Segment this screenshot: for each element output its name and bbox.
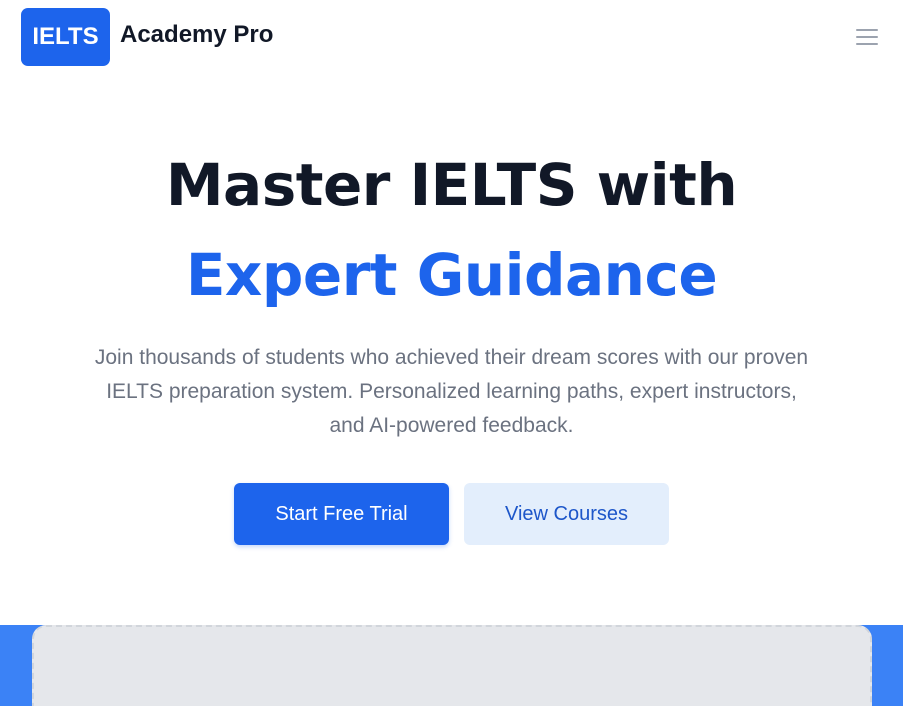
hero-subtitle: Join thousands of students who achieved … — [94, 346, 809, 437]
logo-badge[interactable]: IELTS — [21, 8, 110, 66]
hamburger-menu-icon[interactable] — [852, 25, 882, 49]
start-free-trial-button[interactable]: Start Free Trial — [234, 483, 449, 545]
landing-page: IELTS Academy Pro Master IELTS with Expe… — [0, 0, 903, 706]
logo-text: IELTS — [32, 23, 99, 50]
menu-line — [856, 36, 878, 38]
menu-line — [856, 43, 878, 45]
site-header: IELTS Academy Pro — [0, 0, 903, 74]
view-courses-button[interactable]: View Courses — [464, 483, 669, 545]
preview-image-placeholder — [32, 625, 872, 706]
hero-title: Master IELTS with — [165, 151, 738, 219]
menu-line — [856, 29, 878, 31]
hero-title-highlight: Expert Guidance — [185, 241, 718, 309]
brand-name[interactable]: Academy Pro — [120, 21, 273, 49]
